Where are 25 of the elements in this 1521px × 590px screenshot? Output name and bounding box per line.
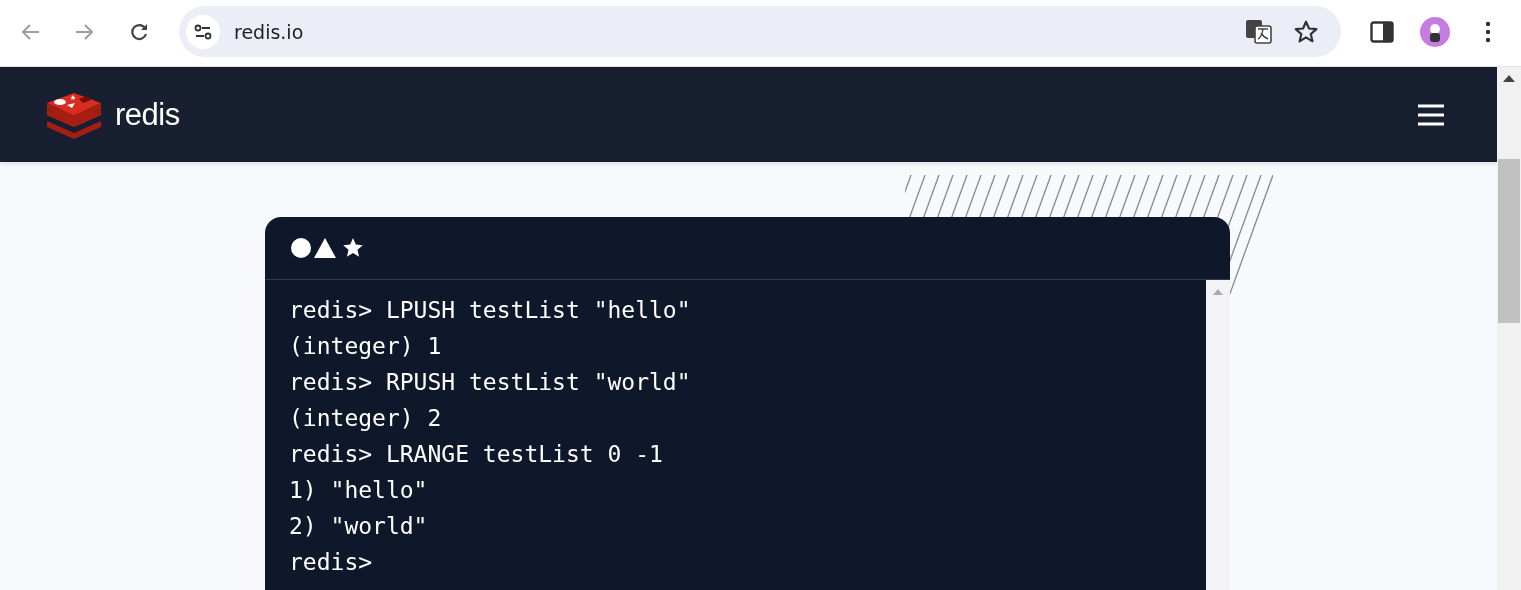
scroll-up-icon[interactable]	[1503, 75, 1515, 83]
terminal-line: 2) "world"	[289, 512, 429, 541]
reload-icon[interactable]	[128, 21, 150, 43]
avatar-icon[interactable]	[1419, 16, 1451, 48]
terminal-line: redis> RPUSH testList "world"	[289, 368, 692, 397]
translate-icon[interactable]	[1245, 18, 1273, 45]
logo-text[interactable]: redis	[115, 96, 180, 133]
side-panel-icon[interactable]	[1370, 21, 1394, 43]
menu-dots-icon[interactable]	[1484, 21, 1492, 43]
terminal-scrollbar[interactable]	[1206, 280, 1230, 590]
terminal-line: redis> LRANGE testList 0 -1	[289, 440, 664, 469]
terminal-line: redis>	[289, 548, 374, 577]
site-settings-icon[interactable]	[186, 14, 220, 49]
terminal-line: (integer) 1	[289, 332, 443, 361]
page-scrollbar[interactable]	[1497, 67, 1521, 590]
scrollbar-thumb[interactable]	[1498, 159, 1520, 323]
terminal-line: (integer) 2	[289, 404, 443, 433]
terminal-line: 1) "hello"	[289, 476, 429, 505]
star-icon[interactable]	[1293, 18, 1319, 45]
shapes-icon	[291, 237, 363, 259]
terminal-line: redis> LPUSH testList "hello"	[289, 296, 692, 325]
url-text: redis.io	[234, 20, 305, 43]
logo-icon[interactable]	[45, 90, 103, 139]
address-bar[interactable]: redis.io	[179, 6, 1341, 57]
menu-icon[interactable]	[1417, 103, 1445, 126]
